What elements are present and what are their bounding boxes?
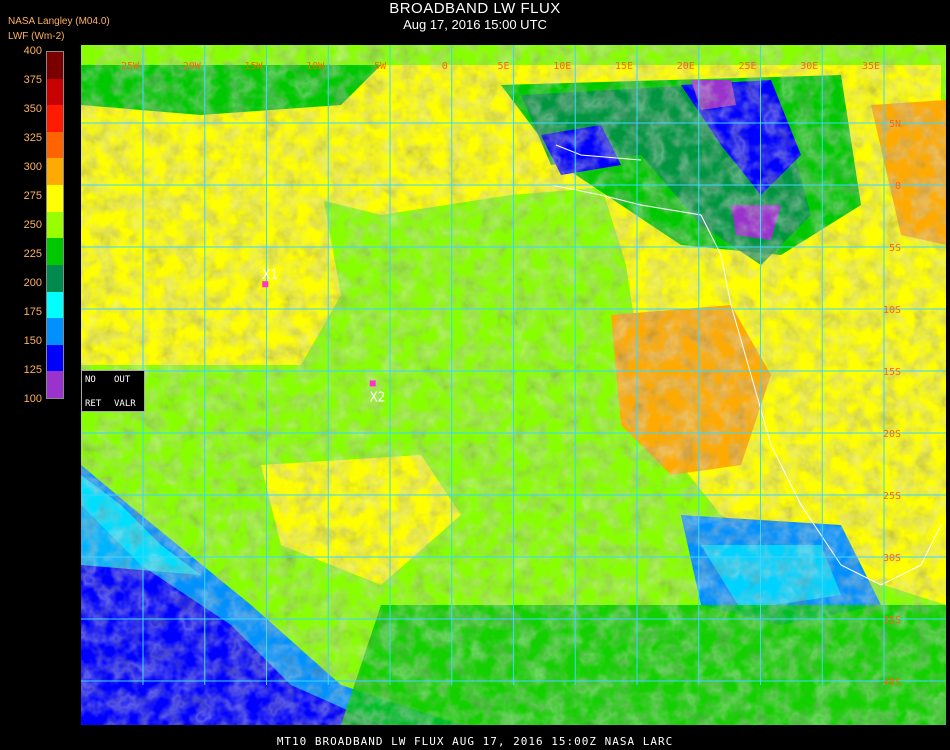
legend-swatch (47, 131, 63, 159)
station-marker-label: X1 (262, 268, 278, 283)
footer-caption: MT10 BROADBAND LW FLUX AUG 17, 2016 15:0… (276, 735, 674, 748)
legend-swatch (47, 105, 63, 133)
legend-tick-label: 400 (23, 45, 42, 57)
out-label: OUT (114, 375, 131, 385)
longitude-label: 20E (677, 61, 695, 72)
latitude-label: 30S (883, 553, 901, 564)
longitude-label: 5W (374, 61, 387, 72)
latitude-label: 10S (883, 305, 901, 316)
unit-label: LWF (Wm-2) (8, 31, 65, 42)
latitude-label: 5N (889, 119, 901, 130)
latitude-label: 25S (883, 491, 901, 502)
legend-tick-label: 225 (23, 248, 42, 260)
latitude-label: 15S (883, 367, 901, 378)
latitude-label: 5S (889, 243, 901, 254)
legend-tick-label: 325 (23, 132, 42, 144)
legend-swatch (47, 264, 63, 293)
legend-tick-label: 125 (23, 364, 42, 376)
no-label: NO (85, 375, 96, 385)
station-marker-label: X2 (370, 390, 386, 405)
legend-tick-label: 275 (23, 190, 42, 202)
legend-tick-label: 100 (23, 393, 42, 405)
image-title: BROADBAND LW FLUX (389, 0, 561, 17)
flux-map: 25W 20W 15W 10W 5W 0 5E 10E 15E 20E 25E 30E 35E 5N 0 5S… (81, 45, 946, 725)
longitude-label: 15E (615, 61, 633, 72)
legend-tick-label: 200 (23, 277, 42, 289)
legend-swatch (47, 52, 63, 80)
legend-tick-label: 300 (23, 161, 42, 173)
longitude-label: 0 (442, 61, 448, 72)
image-subtitle: Aug 17, 2016 15:00 UTC (403, 17, 547, 32)
longitude-label: 35E (862, 61, 880, 72)
legend-swatch (47, 291, 63, 319)
legend-tick-label: 250 (23, 219, 42, 231)
legend-swatch (47, 371, 63, 399)
longitude-label: 25E (738, 61, 756, 72)
longitude-label: 30E (800, 61, 818, 72)
latitude-label: 35S (883, 615, 901, 626)
legend-tick-label: 175 (23, 306, 42, 318)
legend-swatch (47, 158, 63, 186)
legend-tick-label: 375 (23, 74, 42, 86)
latitude-label: 20S (883, 429, 901, 440)
legend-tick-label: 350 (23, 103, 42, 115)
legend-tick-label: 150 (23, 335, 42, 347)
longitude-label: 10W (306, 61, 325, 72)
org-label: NASA Langley (M04.0) (8, 16, 110, 27)
valr-label: VALR (114, 399, 136, 409)
legend-swatch (47, 344, 63, 372)
legend-swatch (47, 78, 63, 106)
station-marker (369, 380, 376, 387)
longitude-label: 10E (553, 61, 571, 72)
longitude-label: 20W (183, 61, 202, 72)
longitude-label: 15W (244, 61, 263, 72)
legend-swatch (47, 185, 63, 213)
latitude-label: 40S (883, 677, 901, 688)
no-data-legend-box: NO OUT RET VALR (81, 370, 145, 412)
legend-swatch (47, 318, 63, 346)
color-scale-legend (46, 51, 64, 399)
longitude-label: 5E (497, 61, 509, 72)
legend-swatch (47, 238, 63, 266)
latitude-label: 0 (895, 181, 901, 192)
legend-swatch (47, 211, 63, 239)
longitude-label: 25W (121, 61, 140, 72)
ret-label: RET (85, 399, 102, 409)
